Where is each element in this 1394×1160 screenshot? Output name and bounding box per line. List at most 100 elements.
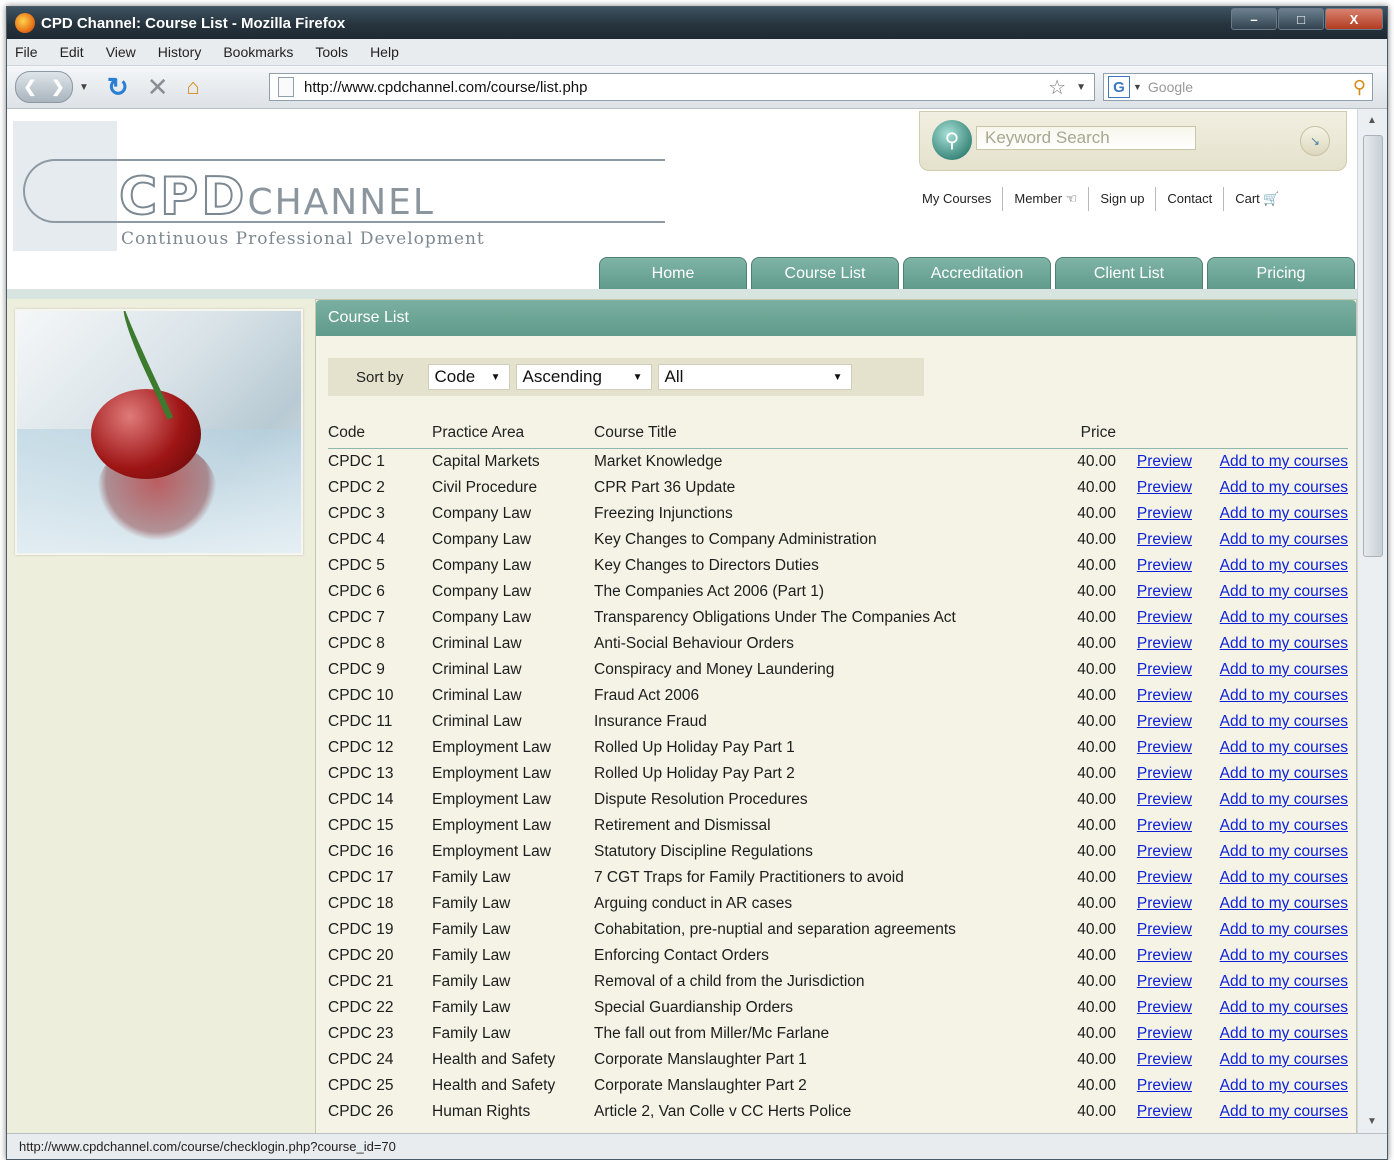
sort-field-select[interactable]: Code ▼ [427,364,510,390]
preview-link[interactable]: Preview [1137,635,1192,652]
add-to-my-courses-link[interactable]: Add to my courses [1220,869,1348,886]
add-to-my-courses-link[interactable]: Add to my courses [1220,999,1348,1016]
preview-link[interactable]: Preview [1137,1025,1192,1042]
google-engine-icon[interactable]: G [1108,76,1130,98]
add-to-my-courses-link[interactable]: Add to my courses [1220,739,1348,756]
url-bar[interactable]: http://www.cpdchannel.com/course/list.ph… [269,73,1095,101]
preview-link[interactable]: Preview [1137,921,1192,938]
search-go-button[interactable]: ↘ [1300,126,1330,156]
link-sign-up[interactable]: Sign up [1089,187,1157,211]
tab-accreditation[interactable]: Accreditation [903,257,1051,290]
history-dropdown-icon[interactable]: ▼ [79,82,89,93]
close-button[interactable]: X [1325,8,1383,30]
preview-link[interactable]: Preview [1137,895,1192,912]
preview-link[interactable]: Preview [1137,765,1192,782]
header-practice-area[interactable]: Practice Area [432,424,594,442]
preview-link[interactable]: Preview [1137,1103,1192,1120]
preview-link[interactable]: Preview [1137,661,1192,678]
preview-link[interactable]: Preview [1137,713,1192,730]
add-to-my-courses-link[interactable]: Add to my courses [1220,817,1348,834]
add-to-my-courses-link[interactable]: Add to my courses [1220,687,1348,704]
menu-help[interactable]: Help [370,44,399,60]
preview-link[interactable]: Preview [1137,739,1192,756]
keyword-search-input[interactable]: Keyword Search [976,126,1196,150]
add-to-my-courses-link[interactable]: Add to my courses [1220,921,1348,938]
add-to-my-courses-link[interactable]: Add to my courses [1220,635,1348,652]
scrollbar-thumb[interactable] [1363,135,1383,557]
home-icon[interactable]: ⌂ [187,74,200,100]
preview-link[interactable]: Preview [1137,583,1192,600]
scroll-up-icon[interactable]: ▲ [1367,115,1377,126]
preview-link[interactable]: Preview [1137,479,1192,496]
search-magnifier-icon[interactable]: ⚲ [1353,77,1366,98]
tab-course-list[interactable]: Course List [751,257,899,290]
preview-link[interactable]: Preview [1137,869,1192,886]
menu-edit[interactable]: Edit [60,44,84,60]
sort-order-select[interactable]: Ascending ▼ [515,364,652,390]
preview-link[interactable]: Preview [1137,453,1192,470]
add-to-my-courses-link[interactable]: Add to my courses [1220,505,1348,522]
vertical-scrollbar[interactable]: ▲ ▼ [1357,109,1387,1133]
url-dropdown-icon[interactable]: ▼ [1076,82,1086,93]
preview-link[interactable]: Preview [1137,1077,1192,1094]
stop-icon[interactable]: ✕ [147,72,169,103]
add-to-my-courses-link[interactable]: Add to my courses [1220,453,1348,470]
search-bar[interactable]: G ▼ Google ⚲ [1103,73,1373,101]
preview-link[interactable]: Preview [1137,557,1192,574]
preview-link[interactable]: Preview [1137,999,1192,1016]
minimize-button[interactable]: – [1231,8,1277,30]
preview-link[interactable]: Preview [1137,791,1192,808]
add-to-my-courses-link[interactable]: Add to my courses [1220,791,1348,808]
add-to-my-courses-link[interactable]: Add to my courses [1220,765,1348,782]
add-to-my-courses-link[interactable]: Add to my courses [1220,895,1348,912]
forward-arrow-icon[interactable]: ❯ [51,77,64,97]
preview-link[interactable]: Preview [1137,817,1192,834]
add-to-my-courses-link[interactable]: Add to my courses [1220,609,1348,626]
add-to-my-courses-link[interactable]: Add to my courses [1220,973,1348,990]
preview-link[interactable]: Preview [1137,609,1192,626]
menu-bookmarks[interactable]: Bookmarks [223,44,293,60]
add-to-my-courses-link[interactable]: Add to my courses [1220,1077,1348,1094]
reload-icon[interactable]: ↻ [107,72,129,103]
menu-tools[interactable]: Tools [315,44,348,60]
back-forward-buttons[interactable]: ❮ ❯ [15,71,73,103]
add-to-my-courses-link[interactable]: Add to my courses [1220,1025,1348,1042]
add-to-my-courses-link[interactable]: Add to my courses [1220,1051,1348,1068]
url-text[interactable]: http://www.cpdchannel.com/course/list.ph… [304,79,587,96]
add-to-my-courses-link[interactable]: Add to my courses [1220,713,1348,730]
engine-dropdown-icon[interactable]: ▼ [1133,82,1142,92]
preview-link[interactable]: Preview [1137,947,1192,964]
add-to-my-courses-link[interactable]: Add to my courses [1220,583,1348,600]
header-code[interactable]: Code [328,424,432,442]
link-my-courses[interactable]: My Courses [911,187,1004,211]
link-cart[interactable]: Cart 🛒 [1224,187,1290,211]
tab-client-list[interactable]: Client List [1055,257,1203,290]
add-to-my-courses-link[interactable]: Add to my courses [1220,947,1348,964]
preview-link[interactable]: Preview [1137,687,1192,704]
preview-link[interactable]: Preview [1137,1051,1192,1068]
search-placeholder[interactable]: Google [1148,79,1193,95]
add-to-my-courses-link[interactable]: Add to my courses [1220,661,1348,678]
link-member[interactable]: Member ☜ [1003,187,1090,211]
menu-view[interactable]: View [106,44,136,60]
menu-file[interactable]: File [15,44,38,60]
tab-home[interactable]: Home [599,257,747,290]
scroll-down-icon[interactable]: ▼ [1367,1116,1377,1127]
preview-link[interactable]: Preview [1137,531,1192,548]
back-arrow-icon[interactable]: ❮ [23,77,36,97]
maximize-button[interactable]: □ [1278,8,1324,30]
site-logo[interactable]: CPDCHANNEL [118,166,435,228]
preview-link[interactable]: Preview [1137,973,1192,990]
preview-link[interactable]: Preview [1137,505,1192,522]
link-contact[interactable]: Contact [1156,187,1225,211]
header-price[interactable]: Price [1059,424,1116,442]
add-to-my-courses-link[interactable]: Add to my courses [1220,557,1348,574]
preview-link[interactable]: Preview [1137,843,1192,860]
add-to-my-courses-link[interactable]: Add to my courses [1220,531,1348,548]
filter-select[interactable]: All ▼ [657,364,852,390]
tab-pricing[interactable]: Pricing [1207,257,1355,290]
add-to-my-courses-link[interactable]: Add to my courses [1220,1103,1348,1120]
add-to-my-courses-link[interactable]: Add to my courses [1220,843,1348,860]
header-course-title[interactable]: Course Title [594,424,1059,442]
bookmark-star-icon[interactable]: ☆ [1048,75,1066,100]
